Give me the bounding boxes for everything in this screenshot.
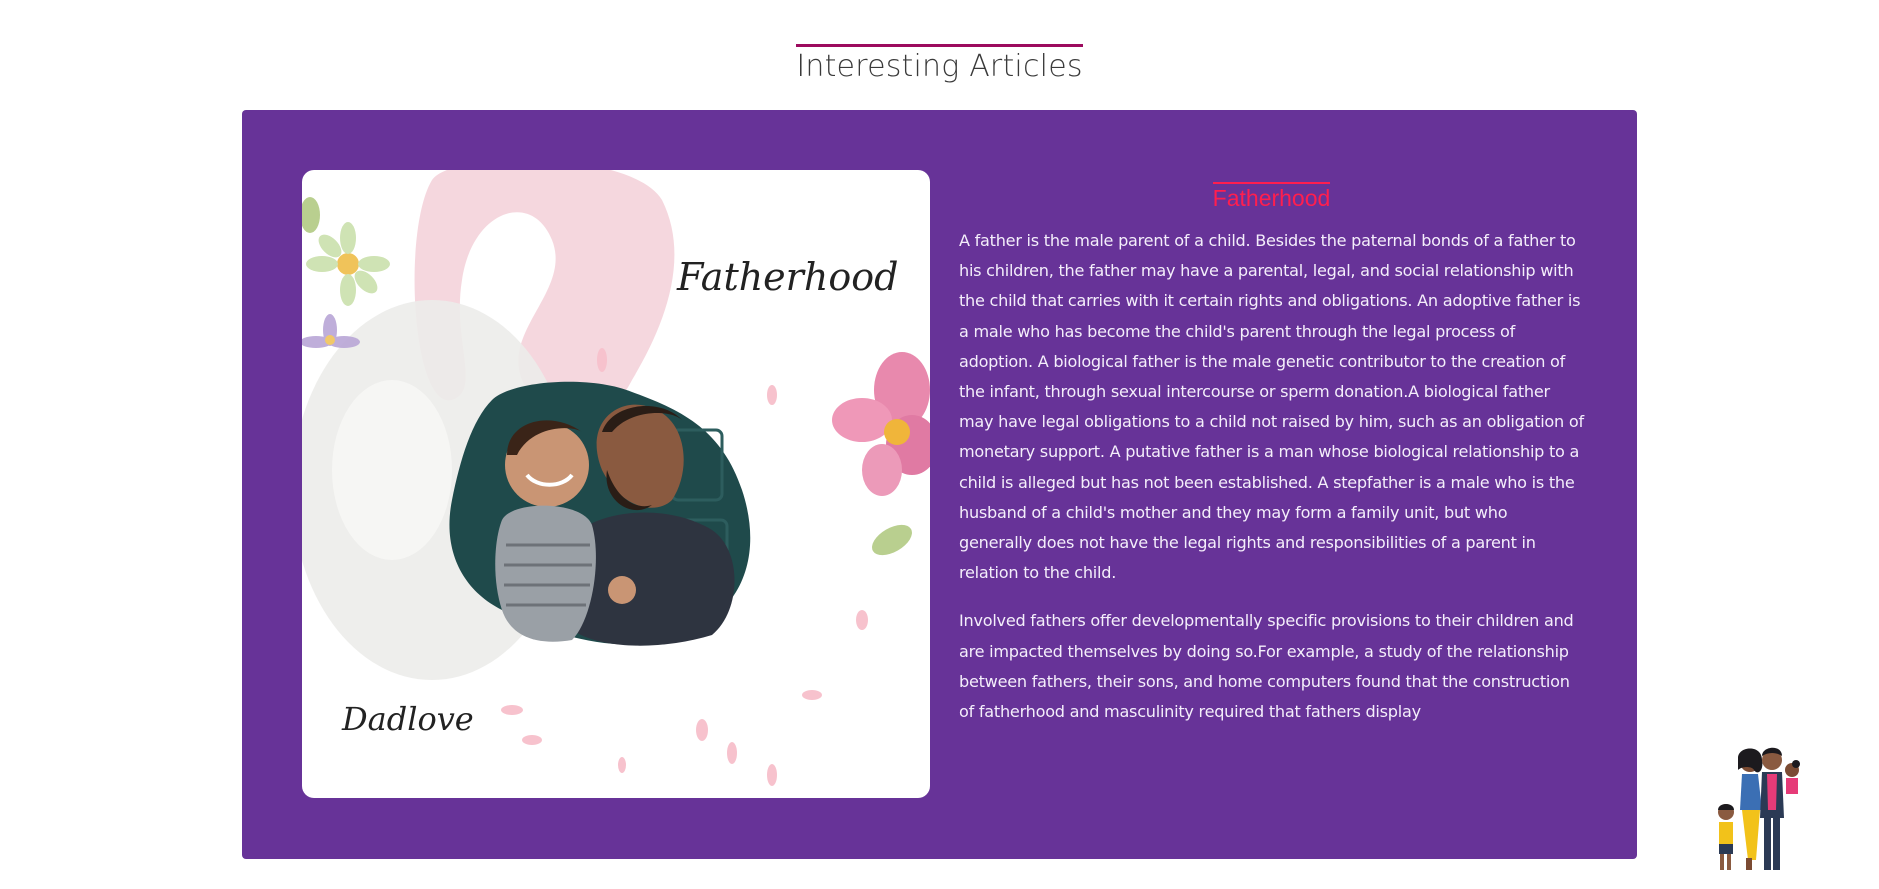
article-card: Fatherhood Dadlove Fatherhood A father i… <box>242 110 1637 859</box>
article-title: Fatherhood <box>1212 182 1331 212</box>
section-header: Interesting Articles <box>0 44 1879 85</box>
image-script-caption: Dadlove <box>341 700 474 738</box>
lilac-flower-icon <box>302 314 360 348</box>
article-body: Fatherhood A father is the male parent o… <box>959 182 1584 745</box>
image-script-title: Fatherhood <box>676 255 898 299</box>
page: Interesting Articles Fatherhood Dadlove … <box>0 0 1879 889</box>
article-paragraph: A father is the male parent of a child. … <box>959 231 1584 583</box>
pink-flower-icon <box>832 352 930 496</box>
article-image: Fatherhood Dadlove <box>302 170 930 798</box>
article-paragraph: Involved fathers offer developmentally s… <box>959 611 1574 722</box>
section-title: Interesting Articles <box>796 44 1083 85</box>
daisy-icon <box>306 222 390 306</box>
family-illustration-icon[interactable] <box>1712 740 1812 889</box>
